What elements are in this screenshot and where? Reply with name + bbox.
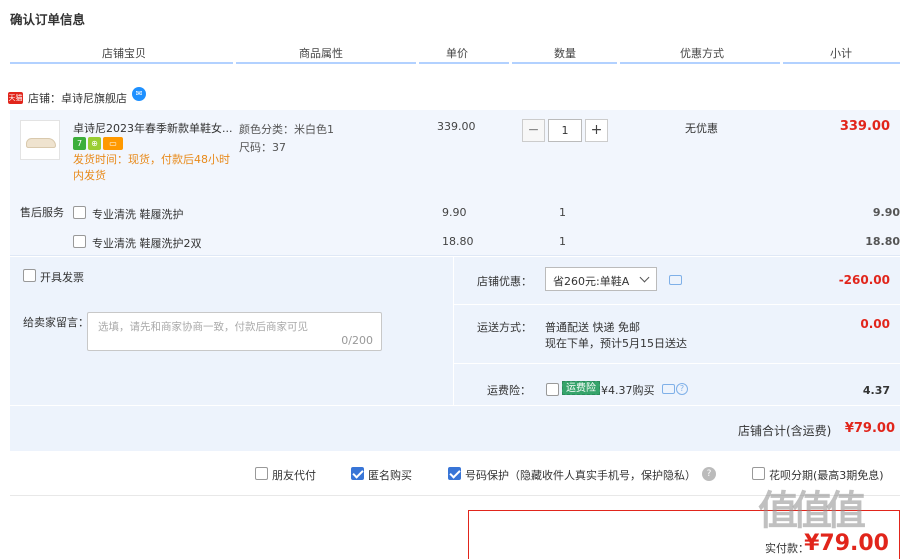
size-attribute: 尺码：37 bbox=[239, 141, 286, 154]
header-divider bbox=[236, 62, 416, 64]
col-shop-item: 店铺宝贝 bbox=[102, 47, 146, 60]
column-header: 店铺宝贝 商品属性 单价 数量 优惠方式 小计 bbox=[10, 38, 900, 64]
invoice-label: 开具发票 bbox=[40, 271, 84, 284]
shop-discount-select[interactable]: 省260元:单鞋A bbox=[545, 267, 657, 291]
payment-summary: 实付款： ¥79.00 bbox=[468, 510, 900, 559]
shop-total-value: ¥79.00 bbox=[844, 421, 895, 436]
shipping-method: 普通配送 快递 免邮 bbox=[545, 321, 640, 334]
number-protect-label: 号码保护（隐藏收件人真实手机号，保护隐私） bbox=[465, 469, 696, 482]
huabei-checkbox[interactable] bbox=[752, 467, 765, 480]
info-icon[interactable]: ? bbox=[702, 467, 716, 481]
message-icon[interactable] bbox=[662, 384, 675, 394]
service-checkbox[interactable] bbox=[73, 235, 86, 248]
huabei-label: 花呗分期(最高3期免息) bbox=[769, 469, 884, 482]
shoe-image bbox=[26, 138, 56, 148]
order-item: 卓诗尼2023年春季新款单鞋女... 7 ⊕ ▭ 发货时间：现货，付款后48小时… bbox=[10, 110, 900, 255]
message-icon[interactable] bbox=[669, 275, 682, 285]
divider bbox=[10, 255, 900, 256]
unit-price: 339.00 bbox=[437, 120, 476, 133]
freight-insurance-checkbox[interactable] bbox=[546, 383, 559, 396]
seller-message-input[interactable]: 选填，请先和商家协商一致，付款后商家可见 0/200 bbox=[87, 312, 382, 351]
shop-name-link[interactable]: 店铺：卓诗尼旗舰店 bbox=[28, 90, 127, 106]
message-counter: 0/200 bbox=[341, 334, 373, 347]
quantity-input[interactable]: 1 bbox=[548, 119, 582, 142]
shop-discount-amount: -260.00 bbox=[838, 273, 890, 287]
shipping-label: 运送方式： bbox=[477, 321, 532, 334]
friend-pay-checkbox[interactable] bbox=[255, 467, 268, 480]
service-total: 9.90 bbox=[872, 206, 900, 219]
header-divider bbox=[419, 62, 509, 64]
col-attributes: 商品属性 bbox=[299, 47, 343, 60]
header-divider bbox=[10, 62, 233, 64]
service-qty: 1 bbox=[559, 206, 566, 219]
header-divider bbox=[512, 62, 617, 64]
credit-card-icon: ▭ bbox=[103, 137, 123, 150]
shop-row: 天猫 店铺：卓诗尼旗舰店 ✉ bbox=[8, 87, 146, 108]
after-sales-label: 售后服务 bbox=[20, 206, 64, 219]
anonymous-checkbox[interactable] bbox=[351, 467, 364, 480]
service-price: 18.80 bbox=[442, 235, 474, 248]
decrease-button[interactable]: − bbox=[522, 119, 545, 142]
divider bbox=[454, 363, 900, 364]
guarantee-icon: ⊕ bbox=[88, 137, 101, 150]
quantity-stepper: − 1 + bbox=[522, 119, 608, 142]
number-protect-checkbox[interactable] bbox=[448, 467, 461, 480]
seven-day-return-icon: 7 bbox=[73, 137, 86, 150]
col-subtotal: 小计 bbox=[830, 47, 852, 60]
product-thumbnail[interactable] bbox=[20, 120, 60, 160]
service-badges: 7 ⊕ ▭ bbox=[73, 137, 123, 150]
item-discount: 无优惠 bbox=[685, 122, 718, 135]
service-qty: 1 bbox=[559, 235, 566, 248]
shop-total-label: 店铺合计(含运费) bbox=[738, 424, 832, 438]
service-row: 专业清洗 鞋履洗护2双 18.80 1 18.80 bbox=[73, 232, 900, 252]
service-checkbox[interactable] bbox=[73, 206, 86, 219]
pay-value: ¥79.00 bbox=[804, 531, 889, 556]
color-attribute: 颜色分类：米白色1 bbox=[239, 123, 334, 136]
tmall-icon: 天猫 bbox=[8, 92, 23, 104]
freight-insurance-text: ¥4.37购买 bbox=[601, 384, 655, 397]
freight-insurance-amount: 4.37 bbox=[862, 384, 890, 397]
freight-insurance-tag: 运费险 bbox=[562, 381, 600, 395]
divider bbox=[453, 257, 454, 405]
divider bbox=[10, 495, 900, 496]
service-name: 专业清洗 鞋履洗护2双 bbox=[92, 237, 202, 250]
col-discount: 优惠方式 bbox=[680, 47, 724, 60]
help-icon[interactable]: ? bbox=[676, 383, 688, 395]
col-quantity: 数量 bbox=[554, 47, 576, 60]
shipping-eta: 现在下单，预计5月15日送达 bbox=[545, 337, 687, 350]
ship-time: 发货时间：现货，付款后48小时内发货 bbox=[73, 153, 230, 182]
col-unit-price: 单价 bbox=[446, 47, 468, 60]
divider bbox=[10, 405, 900, 406]
header-divider bbox=[620, 62, 780, 64]
freight-insurance-label: 运费险： bbox=[487, 384, 531, 397]
shipping-amount: 0.00 bbox=[860, 317, 890, 331]
buyer-options: 开具发票 给卖家留言： 选填，请先和商家协商一致，付款后商家可见 0/200 bbox=[10, 257, 453, 405]
increase-button[interactable]: + bbox=[585, 119, 608, 142]
service-total: 18.80 bbox=[865, 235, 900, 248]
order-options-panel: 开具发票 给卖家留言： 选填，请先和商家协商一致，付款后商家可见 0/200 店… bbox=[10, 257, 900, 451]
shop-discount-label: 店铺优惠： bbox=[477, 275, 532, 288]
service-row: 专业清洗 鞋履洗护 9.90 1 9.90 bbox=[73, 203, 900, 223]
header-divider bbox=[783, 62, 900, 64]
shop-discount-value: 省260元:单鞋A bbox=[553, 275, 630, 288]
divider bbox=[454, 304, 900, 305]
invoice-checkbox[interactable] bbox=[23, 269, 36, 282]
product-title-link[interactable]: 卓诗尼2023年春季新款单鞋女... bbox=[73, 120, 233, 136]
message-placeholder: 选填，请先和商家协商一致，付款后商家可见 bbox=[98, 321, 308, 333]
page-title: 确认订单信息 bbox=[10, 12, 86, 27]
item-subtotal: 339.00 bbox=[839, 119, 890, 134]
anonymous-label: 匿名购买 bbox=[368, 469, 412, 482]
service-price: 9.90 bbox=[442, 206, 467, 219]
chevron-down-icon bbox=[639, 272, 650, 283]
friend-pay-label: 朋友代付 bbox=[272, 469, 316, 482]
chat-icon[interactable]: ✉ bbox=[132, 87, 146, 101]
pay-label: 实付款： bbox=[765, 542, 809, 555]
service-name: 专业清洗 鞋履洗护 bbox=[92, 208, 184, 221]
message-label: 给卖家留言： bbox=[23, 316, 89, 329]
